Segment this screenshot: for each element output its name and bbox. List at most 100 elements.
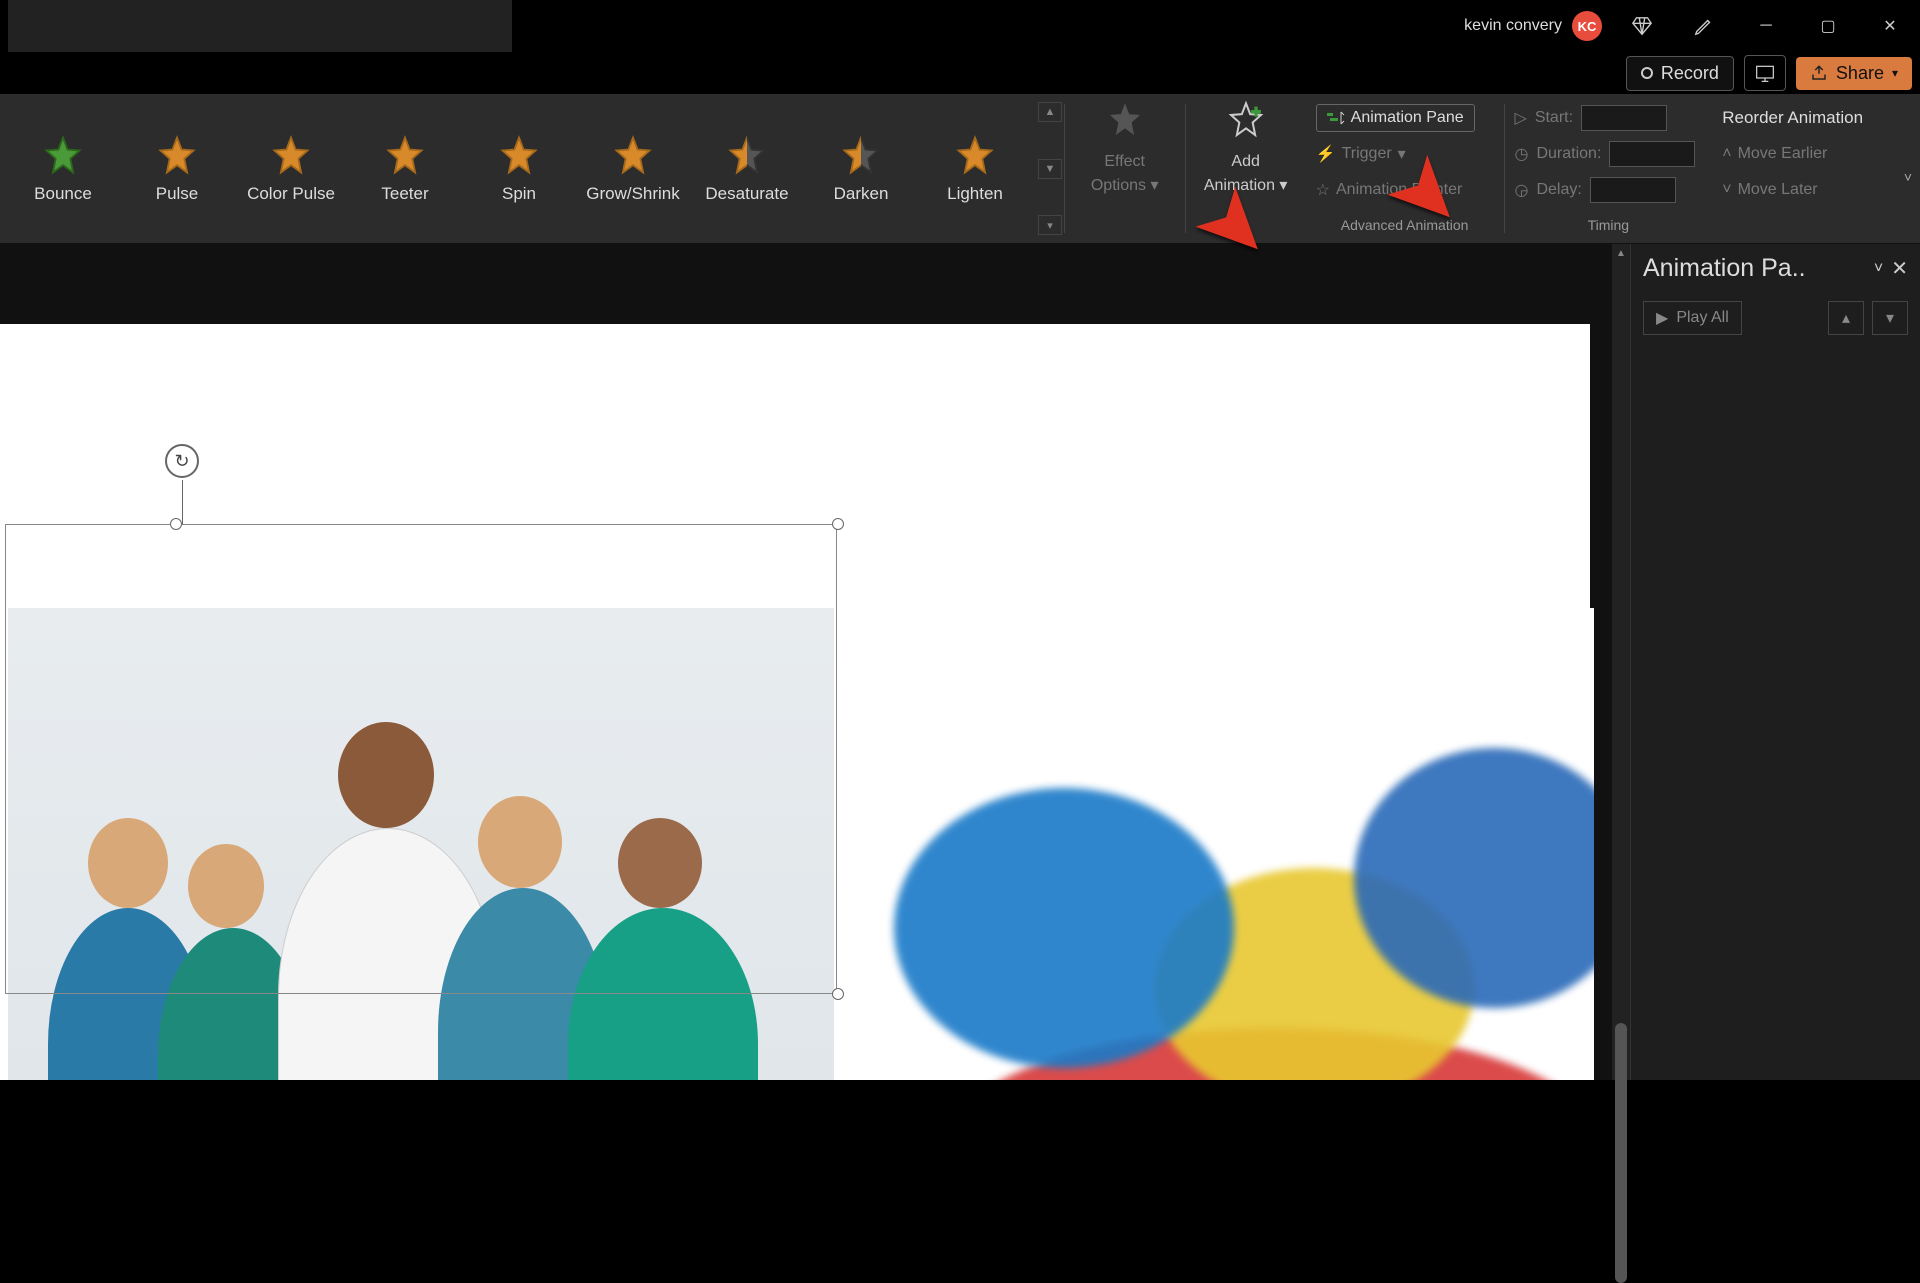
star-icon bbox=[953, 134, 997, 178]
trigger-label: Trigger bbox=[1342, 145, 1392, 163]
star-icon bbox=[1105, 100, 1145, 149]
star-icon bbox=[269, 134, 313, 178]
start-label: Start: bbox=[1535, 109, 1573, 127]
animation-grow-shrink[interactable]: Grow/Shrink bbox=[576, 102, 690, 235]
animation-gallery: Bounce Pulse Color Pulse Teeter Spin Grow/Shr… bbox=[0, 94, 1038, 243]
clock-icon: ◷ bbox=[1515, 144, 1529, 164]
slide-canvas[interactable]: ↻ bbox=[0, 244, 1612, 1080]
share-label: Share bbox=[1836, 63, 1884, 84]
record-icon bbox=[1641, 67, 1653, 79]
present-button[interactable] bbox=[1744, 55, 1786, 91]
handle[interactable] bbox=[170, 518, 182, 530]
group-label: Timing bbox=[1515, 217, 1703, 237]
maximize-icon[interactable]: ▢ bbox=[1806, 6, 1850, 46]
animation-darken[interactable]: Darken bbox=[804, 102, 918, 235]
vertical-scrollbar[interactable]: ▲ bbox=[1612, 244, 1630, 1080]
delay-field: ◶ Delay: bbox=[1515, 172, 1703, 208]
duration-label: Duration: bbox=[1536, 145, 1601, 163]
star-icon bbox=[155, 134, 199, 178]
delay-input bbox=[1590, 177, 1676, 203]
scroll-down-icon[interactable]: ▼ bbox=[1038, 159, 1062, 179]
animation-label: Color Pulse bbox=[247, 184, 335, 204]
add-line2: Animation ▾ bbox=[1204, 175, 1288, 195]
star-icon bbox=[611, 134, 655, 178]
effect-options-button: Effect Options ▾ bbox=[1075, 100, 1175, 195]
group-label: Advanced Animation bbox=[1316, 217, 1494, 237]
move-earlier-button: ˄ Move Earlier bbox=[1722, 136, 1910, 172]
effect-line2: Options ▾ bbox=[1091, 175, 1159, 195]
selection-frame bbox=[5, 524, 837, 994]
animation-label: Spin bbox=[502, 184, 536, 204]
play-all-button[interactable]: ▶ Play All bbox=[1643, 301, 1742, 335]
star-icon bbox=[41, 134, 85, 178]
animation-pane-button[interactable]: Animation Pane bbox=[1316, 104, 1475, 132]
chevron-down-icon: ˅ bbox=[1722, 181, 1731, 199]
handle[interactable] bbox=[832, 988, 844, 1000]
chevron-up-icon: ˄ bbox=[1722, 145, 1731, 163]
record-label: Record bbox=[1661, 63, 1719, 84]
add-line1: Add bbox=[1231, 153, 1259, 171]
animation-spin[interactable]: Spin bbox=[462, 102, 576, 235]
later-label: Move Later bbox=[1738, 181, 1818, 199]
account[interactable]: kevin convery KC bbox=[1464, 11, 1602, 41]
animation-lighten[interactable]: Lighten bbox=[918, 102, 1032, 235]
scroll-up-icon[interactable]: ▲ bbox=[1612, 244, 1630, 263]
star-icon bbox=[383, 134, 427, 178]
scroll-up-icon[interactable]: ▲ bbox=[1038, 102, 1062, 122]
animation-pane-panel: Animation Pa.. ˅ ✕ ▶ Play All ▴ ▾ bbox=[1630, 244, 1920, 1080]
animation-label: Grow/Shrink bbox=[586, 184, 680, 204]
start-input bbox=[1581, 105, 1667, 131]
handle[interactable] bbox=[832, 518, 844, 530]
effect-line1: Effect bbox=[1104, 153, 1145, 171]
star-icon bbox=[497, 134, 541, 178]
clock-icon: ◶ bbox=[1515, 180, 1529, 200]
chevron-down-icon[interactable]: ˅ bbox=[1874, 260, 1883, 278]
star-icon bbox=[839, 134, 883, 178]
animation-pane-label: Animation Pane bbox=[1351, 109, 1464, 127]
animation-label: Desaturate bbox=[705, 184, 788, 204]
duration-input bbox=[1609, 141, 1695, 167]
animation-label: Pulse bbox=[156, 184, 199, 204]
animation-label: Darken bbox=[834, 184, 889, 204]
star-plus-icon bbox=[1226, 100, 1266, 149]
minimize-icon[interactable]: ─ bbox=[1744, 6, 1788, 46]
move-down-button[interactable]: ▾ bbox=[1872, 301, 1908, 335]
star-icon bbox=[725, 134, 769, 178]
close-icon[interactable]: ✕ bbox=[1868, 6, 1912, 46]
gallery-scroll[interactable]: ▲ ▼ ▾ bbox=[1038, 94, 1064, 243]
user-name: kevin convery bbox=[1464, 17, 1562, 35]
add-animation-button[interactable]: Add Animation ▾ bbox=[1196, 100, 1296, 195]
play-icon: ▶ bbox=[1656, 308, 1668, 328]
pen-icon[interactable] bbox=[1682, 6, 1726, 46]
animation-color-pulse[interactable]: Color Pulse bbox=[234, 102, 348, 235]
trigger-button: ⚡ Trigger ▾ bbox=[1316, 136, 1494, 172]
picture-ink-water[interactable] bbox=[834, 608, 1594, 1080]
animation-label: Bounce bbox=[34, 184, 92, 204]
animation-label: Lighten bbox=[947, 184, 1003, 204]
record-button[interactable]: Record bbox=[1626, 56, 1734, 91]
start-field: ▷ Start: bbox=[1515, 100, 1703, 136]
move-later-button: ˅ Move Later bbox=[1722, 172, 1910, 208]
share-button[interactable]: Share ▾ bbox=[1796, 57, 1912, 90]
chevron-down-icon: ▾ bbox=[1892, 66, 1898, 80]
move-up-button[interactable]: ▴ bbox=[1828, 301, 1864, 335]
animation-pulse[interactable]: Pulse bbox=[120, 102, 234, 235]
duration-field: ◷ Duration: bbox=[1515, 136, 1703, 172]
animation-teeter[interactable]: Teeter bbox=[348, 102, 462, 235]
play-icon: ▷ bbox=[1515, 108, 1527, 128]
painter-label: Animation Painter bbox=[1336, 181, 1462, 199]
play-label: Play All bbox=[1676, 309, 1728, 327]
avatar: KC bbox=[1572, 11, 1602, 41]
rotation-handle[interactable]: ↻ bbox=[165, 444, 199, 478]
reorder-label: Reorder Animation bbox=[1722, 100, 1910, 136]
animation-desaturate[interactable]: Desaturate bbox=[690, 102, 804, 235]
expand-ribbon-icon[interactable]: ˅ bbox=[1904, 169, 1912, 185]
diamond-icon[interactable] bbox=[1620, 6, 1664, 46]
close-icon[interactable]: ✕ bbox=[1891, 256, 1908, 281]
panel-title: Animation Pa.. bbox=[1643, 254, 1866, 283]
scroll-more-icon[interactable]: ▾ bbox=[1038, 215, 1062, 235]
bolt-icon: ⚡ bbox=[1316, 144, 1336, 164]
animation-label: Teeter bbox=[381, 184, 428, 204]
scroll-thumb[interactable] bbox=[1615, 1023, 1627, 1283]
animation-bounce[interactable]: Bounce bbox=[6, 102, 120, 235]
